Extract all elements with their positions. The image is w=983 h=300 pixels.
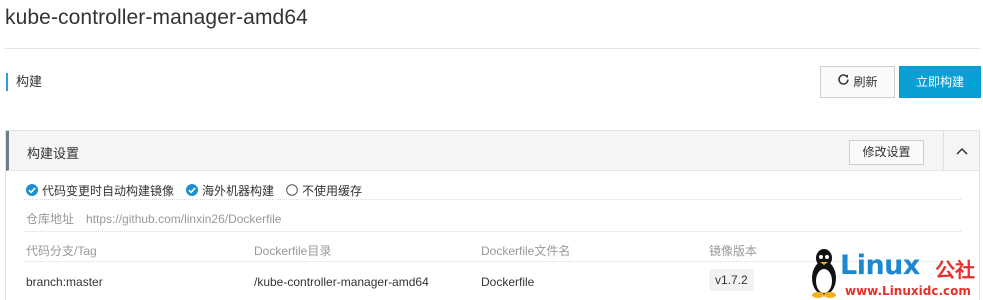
option-label: 海外机器构建	[202, 183, 275, 198]
cell-dockerfile-name: Dockerfile	[481, 275, 535, 289]
divider	[24, 231, 961, 232]
option-label: 代码变更时自动构建镜像	[42, 183, 175, 198]
cell-branch: branch:master	[26, 275, 103, 289]
title-divider	[5, 48, 980, 49]
watermark-url: www.Linuxidc.com	[845, 284, 971, 298]
refresh-icon	[837, 67, 850, 97]
repo-url: https://github.com/linxin26/Dockerfile	[86, 212, 282, 226]
chevron-up-icon	[955, 142, 968, 160]
option-auto-build[interactable]: 代码变更时自动构建镜像	[26, 182, 174, 199]
refresh-button[interactable]: 刷新	[820, 66, 895, 98]
build-now-button[interactable]: 立即构建	[899, 66, 981, 98]
repo-label: 仓库地址	[26, 212, 75, 226]
option-overseas-build[interactable]: 海外机器构建	[186, 182, 274, 199]
penguin-icon	[809, 248, 839, 300]
version-badge: v1.7.2	[709, 269, 754, 291]
watermark-logo: Linux 公社 www.Linuxidc.com	[805, 246, 983, 300]
section-label-build: 构建	[6, 73, 42, 91]
watermark-cn: 公社	[935, 258, 975, 282]
option-no-cache[interactable]: 不使用缓存	[286, 182, 362, 199]
checkbox-checked-icon	[186, 184, 199, 196]
watermark-brand: Linux	[840, 250, 920, 281]
panel-header: 构建设置 修改设置	[6, 131, 979, 171]
page-title: kube-controller-manager-amd64	[5, 6, 308, 29]
collapse-button[interactable]	[943, 131, 979, 170]
column-header-dockerfile-name: Dockerfile文件名	[481, 244, 571, 258]
option-label: 不使用缓存	[302, 183, 363, 198]
edit-settings-button[interactable]: 修改设置	[849, 140, 924, 165]
column-header-image-version: 镜像版本	[709, 244, 758, 258]
refresh-label: 刷新	[853, 75, 878, 89]
repo-row: 仓库地址 https://github.com/linxin26/Dockerfi…	[26, 210, 281, 227]
radio-unchecked-icon	[286, 184, 298, 196]
divider	[24, 199, 961, 200]
panel-title: 构建设置	[27, 146, 80, 161]
column-header-branch: 代码分支/Tag	[26, 244, 97, 258]
checkbox-checked-icon	[26, 184, 38, 196]
cell-dockerfile-dir: /kube-controller-manager-amd64	[254, 275, 429, 289]
build-options: 代码变更时自动构建镜像 海外机器构建 不使用缓存	[26, 182, 374, 198]
column-header-dockerfile-dir: Dockerfile目录	[254, 244, 332, 258]
